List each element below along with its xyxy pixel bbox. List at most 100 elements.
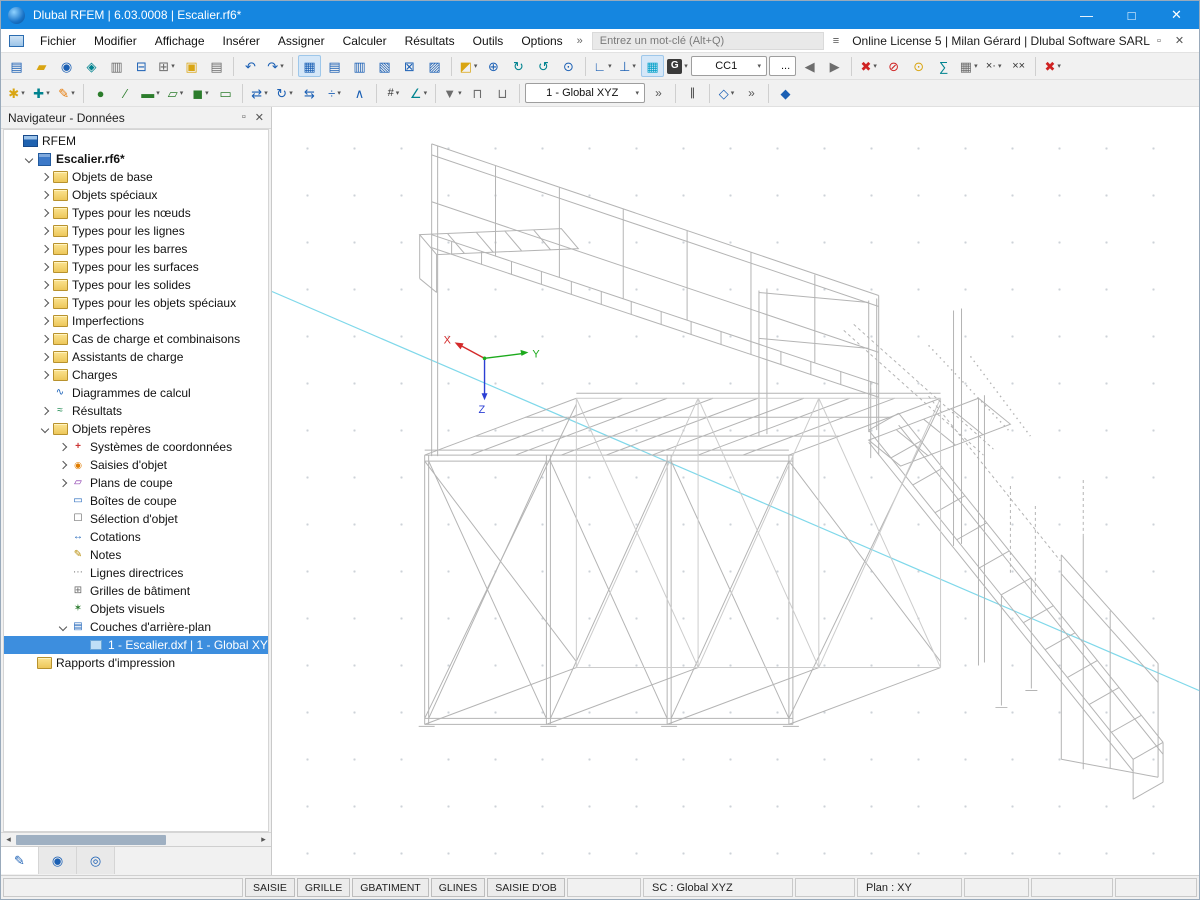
measure-button[interactable]: ∠ ▾ [407, 82, 430, 104]
tree-expander-icon[interactable] [56, 476, 70, 490]
stop-calculation-button[interactable]: ✖ ▾ [1041, 55, 1064, 77]
tree-expander-icon[interactable] [56, 620, 70, 634]
menu-calculer[interactable]: Calculer [334, 31, 396, 51]
toolbar-overflow-button-2[interactable]: » ▾ [740, 82, 763, 104]
tree-item-types-solides[interactable]: Types pour les solides [4, 276, 268, 294]
tree-item-resultats[interactable]: Résultats [4, 402, 268, 420]
tree-item-types-objets-speciaux[interactable]: Types pour les objets spéciaux [4, 294, 268, 312]
tab-navigator-display[interactable]: ◉ [39, 847, 77, 874]
tree-item-cotations[interactable]: Cotations [4, 528, 268, 546]
tree-item-escalier[interactable]: Escalier.rf6* [4, 150, 268, 168]
previous-load-case-button[interactable]: ◀ ▾ [798, 55, 821, 77]
minimize-button[interactable]: — [1064, 1, 1109, 29]
show-loads-button[interactable]: ⊙ ▾ [907, 55, 930, 77]
tree-expander-icon[interactable] [38, 206, 52, 220]
snap-guidelines-button[interactable]: ∟ ▾ [591, 55, 614, 77]
move-copy-button[interactable]: ⇄ ▾ [248, 82, 271, 104]
tree-item-objets-de-base[interactable]: Objets de base [4, 168, 268, 186]
next-load-case-button[interactable]: ▶ ▾ [823, 55, 846, 77]
zoom-window-button[interactable]: ⊕ ▾ [482, 55, 505, 77]
close-button[interactable]: ✕ [1154, 1, 1199, 29]
new-model-button[interactable]: ▤ ▾ [5, 55, 28, 77]
menu-modifier[interactable]: Modifier [85, 31, 146, 51]
menu-undock-icon[interactable]: ▫ [1150, 35, 1168, 47]
new-member-button[interactable]: ▬ ▾ [139, 82, 162, 104]
tree-item-cas-de-charge[interactable]: Cas de charge et combinaisons [4, 330, 268, 348]
menu-inserer[interactable]: Insérer [214, 31, 269, 51]
tree-item-rfem-root[interactable]: RFEM [4, 132, 268, 150]
table-split-button[interactable]: ▥ ▾ [348, 55, 371, 77]
show-results-button[interactable]: ∑ ▾ [932, 55, 955, 77]
tree-expander-icon[interactable] [38, 332, 52, 346]
block-template-button[interactable]: ▣ ▾ [180, 55, 203, 77]
coordinate-system-combo[interactable]: 1 - Global XYZ ▾ [525, 83, 645, 103]
table-report-button[interactable]: ▨ ▾ [423, 55, 446, 77]
tree-expander-icon[interactable] [38, 368, 52, 382]
load-type-button[interactable]: G ▾ [666, 55, 689, 77]
printout-report-button[interactable]: ▤ ▾ [205, 55, 228, 77]
tree-expander-icon[interactable] [56, 458, 70, 472]
delete-results-button[interactable]: ✖ ▾ [857, 55, 880, 77]
tree-item-types-noeuds[interactable]: Types pour les nœuds [4, 204, 268, 222]
tree-expander-icon[interactable] [38, 260, 52, 274]
zoom-extents-button[interactable]: ⊙ ▾ [557, 55, 580, 77]
exponent-format-button[interactable]: ×× ▾ [1007, 55, 1030, 77]
tree-item-types-surfaces[interactable]: Types pour les surfaces [4, 258, 268, 276]
filter-view-button[interactable]: ▼ ▾ [441, 82, 464, 104]
tree-item-rapports-impression[interactable]: Rapports d'impression [4, 654, 268, 672]
tree-item-grilles-de-batiment[interactable]: Grilles de bâtiment [4, 582, 268, 600]
tree-expander-icon[interactable] [56, 440, 70, 454]
copy-model-button[interactable]: ⊞ ▾ [155, 55, 178, 77]
connect-members-button[interactable]: ∧ ▾ [348, 82, 371, 104]
tree-item-objets-visuels[interactable]: Objets visuels [4, 600, 268, 618]
menu-assigner[interactable]: Assigner [269, 31, 334, 51]
tree-item-types-barres[interactable]: Types pour les barres [4, 240, 268, 258]
menu-overflow-icon[interactable]: » [572, 35, 588, 47]
tree-item-selection-objet[interactable]: Sélection d'objet [4, 510, 268, 528]
tree-item-objets-speciaux[interactable]: Objets spéciaux [4, 186, 268, 204]
table-layout-button[interactable]: ▤ ▾ [323, 55, 346, 77]
load-case-browse-button[interactable]: ... ▾ [769, 56, 797, 76]
rotate-objects-button[interactable]: ↻ ▾ [273, 82, 296, 104]
tree-expander-icon[interactable] [38, 404, 52, 418]
tree-item-objets-reperes[interactable]: Objets repères [4, 420, 268, 438]
open-model-button[interactable]: ▰ ▾ [30, 55, 53, 77]
visibility-mode-button[interactable]: ◆ ▾ [774, 82, 797, 104]
toggle-glines[interactable]: GLINES [430, 878, 486, 897]
background-layers-button[interactable]: ▦ ▾ [641, 55, 664, 77]
model-viewport[interactable]: X Y Z [272, 107, 1199, 875]
tree-item-notes[interactable]: Notes [4, 546, 268, 564]
search-filter-icon[interactable]: ≡ [824, 35, 848, 47]
tree-expander-icon[interactable] [38, 242, 52, 256]
tree-item-imperfections[interactable]: Imperfections [4, 312, 268, 330]
tree-expander-icon[interactable] [38, 224, 52, 238]
edit-mode-button[interactable]: ✎ ▾ [55, 82, 78, 104]
search-input[interactable] [592, 34, 823, 47]
tree-item-lignes-directrices[interactable]: Lignes directrices [4, 564, 268, 582]
toggle-gbatiment[interactable]: GBATIMENT [352, 878, 429, 897]
decimal-places-button[interactable]: ×· ▾ [982, 55, 1005, 77]
navigator-close-icon[interactable]: ✕ [255, 111, 264, 124]
tree-expander-icon[interactable] [38, 314, 52, 328]
new-surface-button[interactable]: ▱ ▾ [164, 82, 187, 104]
navigator-undock-icon[interactable]: ▫ [242, 111, 246, 124]
tree-item-couches-arriere-plan[interactable]: Couches d'arrière-plan [4, 618, 268, 636]
table-view-button[interactable]: ▦ ▾ [298, 55, 321, 77]
tree-expander-icon[interactable] [38, 170, 52, 184]
select-objects-button[interactable]: ◩ ▾ [457, 55, 480, 77]
toolbar-overflow-button[interactable]: » ▾ [647, 82, 670, 104]
tree-item-assistants-de-charge[interactable]: Assistants de charge [4, 348, 268, 366]
menu-close-icon[interactable]: ✕ [1168, 34, 1191, 47]
mirror-objects-button[interactable]: ⇆ ▾ [298, 82, 321, 104]
parallel-lines-button[interactable]: ∥ ▾ [681, 82, 704, 104]
view-direction-button[interactable]: ◇ ▾ [715, 82, 738, 104]
tree-item-plans-de-coupe[interactable]: Plans de coupe [4, 474, 268, 492]
navigator-horizontal-scrollbar[interactable]: ◂ ▸ [1, 832, 271, 846]
numbering-button[interactable]: # ▾ [382, 82, 405, 104]
tree-item-boites-de-coupe[interactable]: Boîtes de coupe [4, 492, 268, 510]
tree-expander-icon[interactable] [38, 350, 52, 364]
load-case-combo[interactable]: CC1 ▾ [691, 56, 767, 76]
tree-expander-icon[interactable] [38, 278, 52, 292]
new-solid-button[interactable]: ◼ ▾ [189, 82, 212, 104]
maximize-button[interactable]: □ [1109, 1, 1154, 29]
